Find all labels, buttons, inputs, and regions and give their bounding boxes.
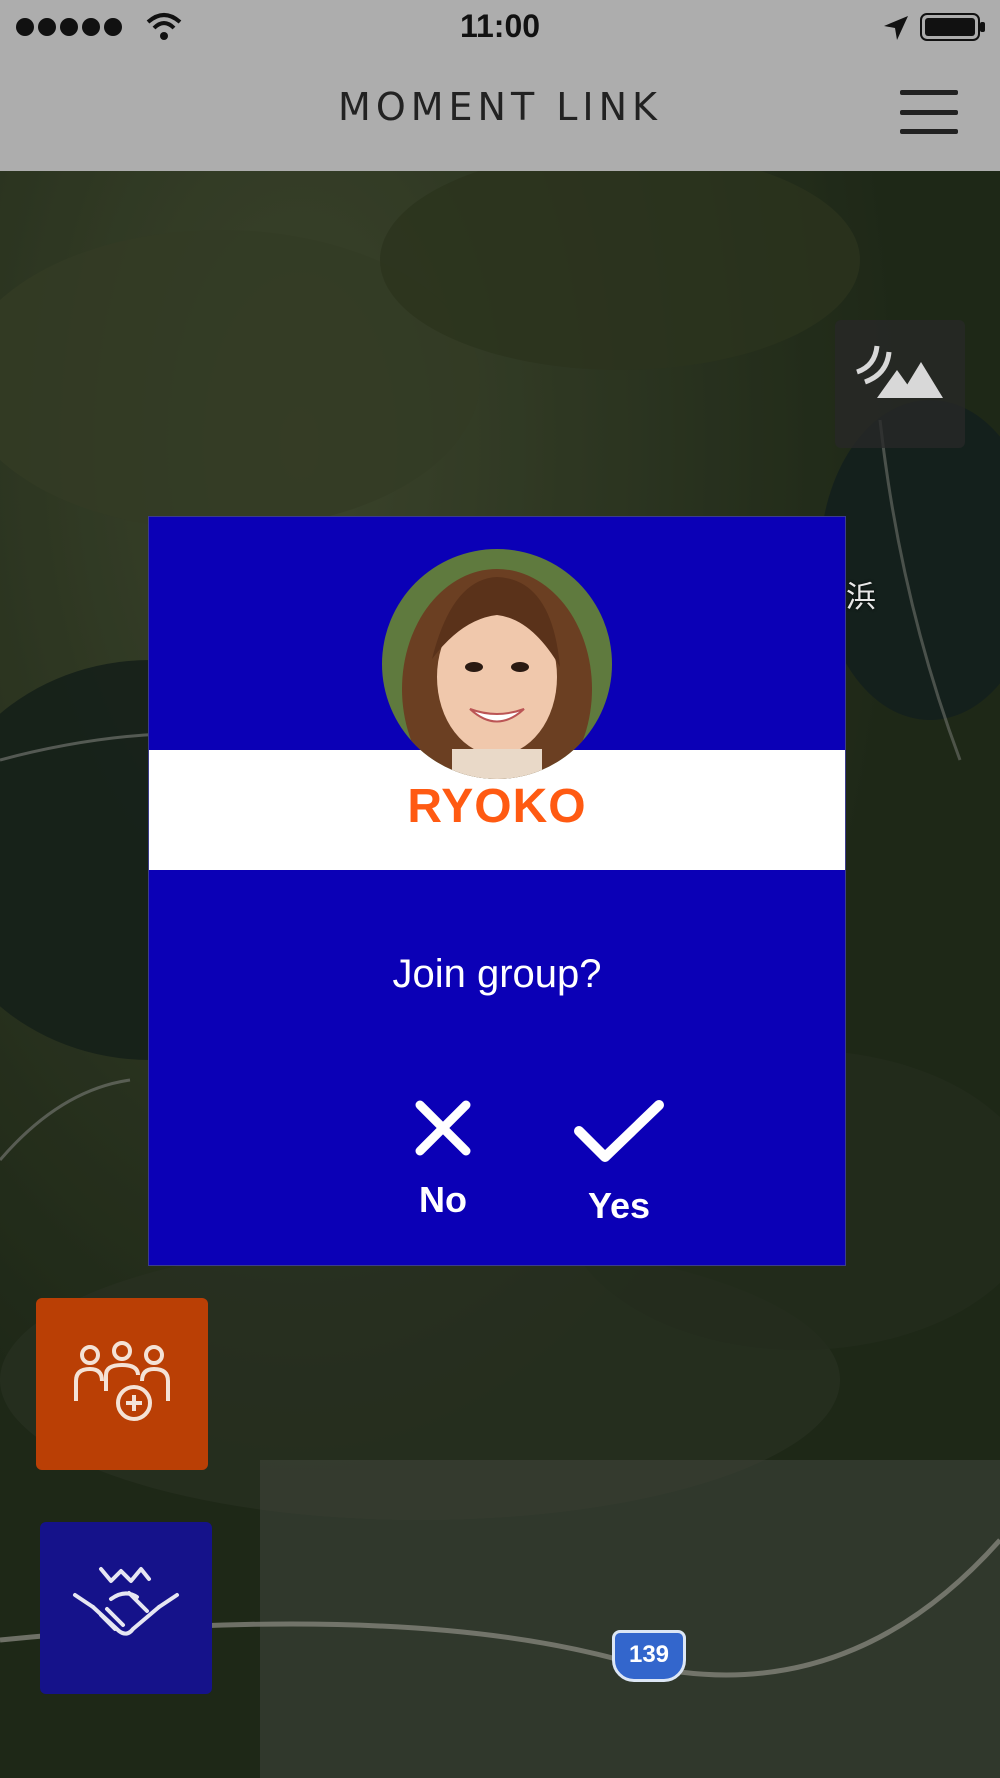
close-icon	[415, 1100, 471, 1156]
status-bar: 11:00	[0, 0, 1000, 55]
handshake-button[interactable]	[40, 1522, 212, 1694]
add-group-button[interactable]	[36, 1298, 208, 1470]
app-header: MOMENT LINK	[0, 55, 1000, 171]
join-group-question: Join group?	[392, 952, 602, 996]
menu-icon[interactable]	[900, 90, 958, 134]
road-number-badge: 139	[612, 1630, 686, 1682]
app-title: MOMENT LINK	[338, 85, 662, 129]
check-icon	[574, 1100, 664, 1162]
map-place-label: 浜	[846, 580, 876, 615]
group-add-icon	[74, 1341, 170, 1421]
yes-button[interactable]: Yes	[539, 1097, 699, 1227]
terrain-icon	[856, 345, 943, 398]
yes-button-label: Yes	[587, 1185, 651, 1226]
handshake-icon	[73, 1567, 179, 1636]
battery-icon	[920, 12, 985, 41]
user-name: RYOKO	[407, 780, 587, 833]
status-time: 11:00	[459, 8, 541, 44]
no-button-label: No	[419, 1179, 467, 1220]
avatar	[382, 549, 612, 779]
location-arrow-icon	[882, 14, 910, 47]
terrain-toggle-button[interactable]	[835, 320, 965, 448]
no-button[interactable]: No	[383, 1097, 503, 1221]
join-group-dialog: RYOKO Join group? No Yes	[148, 516, 846, 1266]
